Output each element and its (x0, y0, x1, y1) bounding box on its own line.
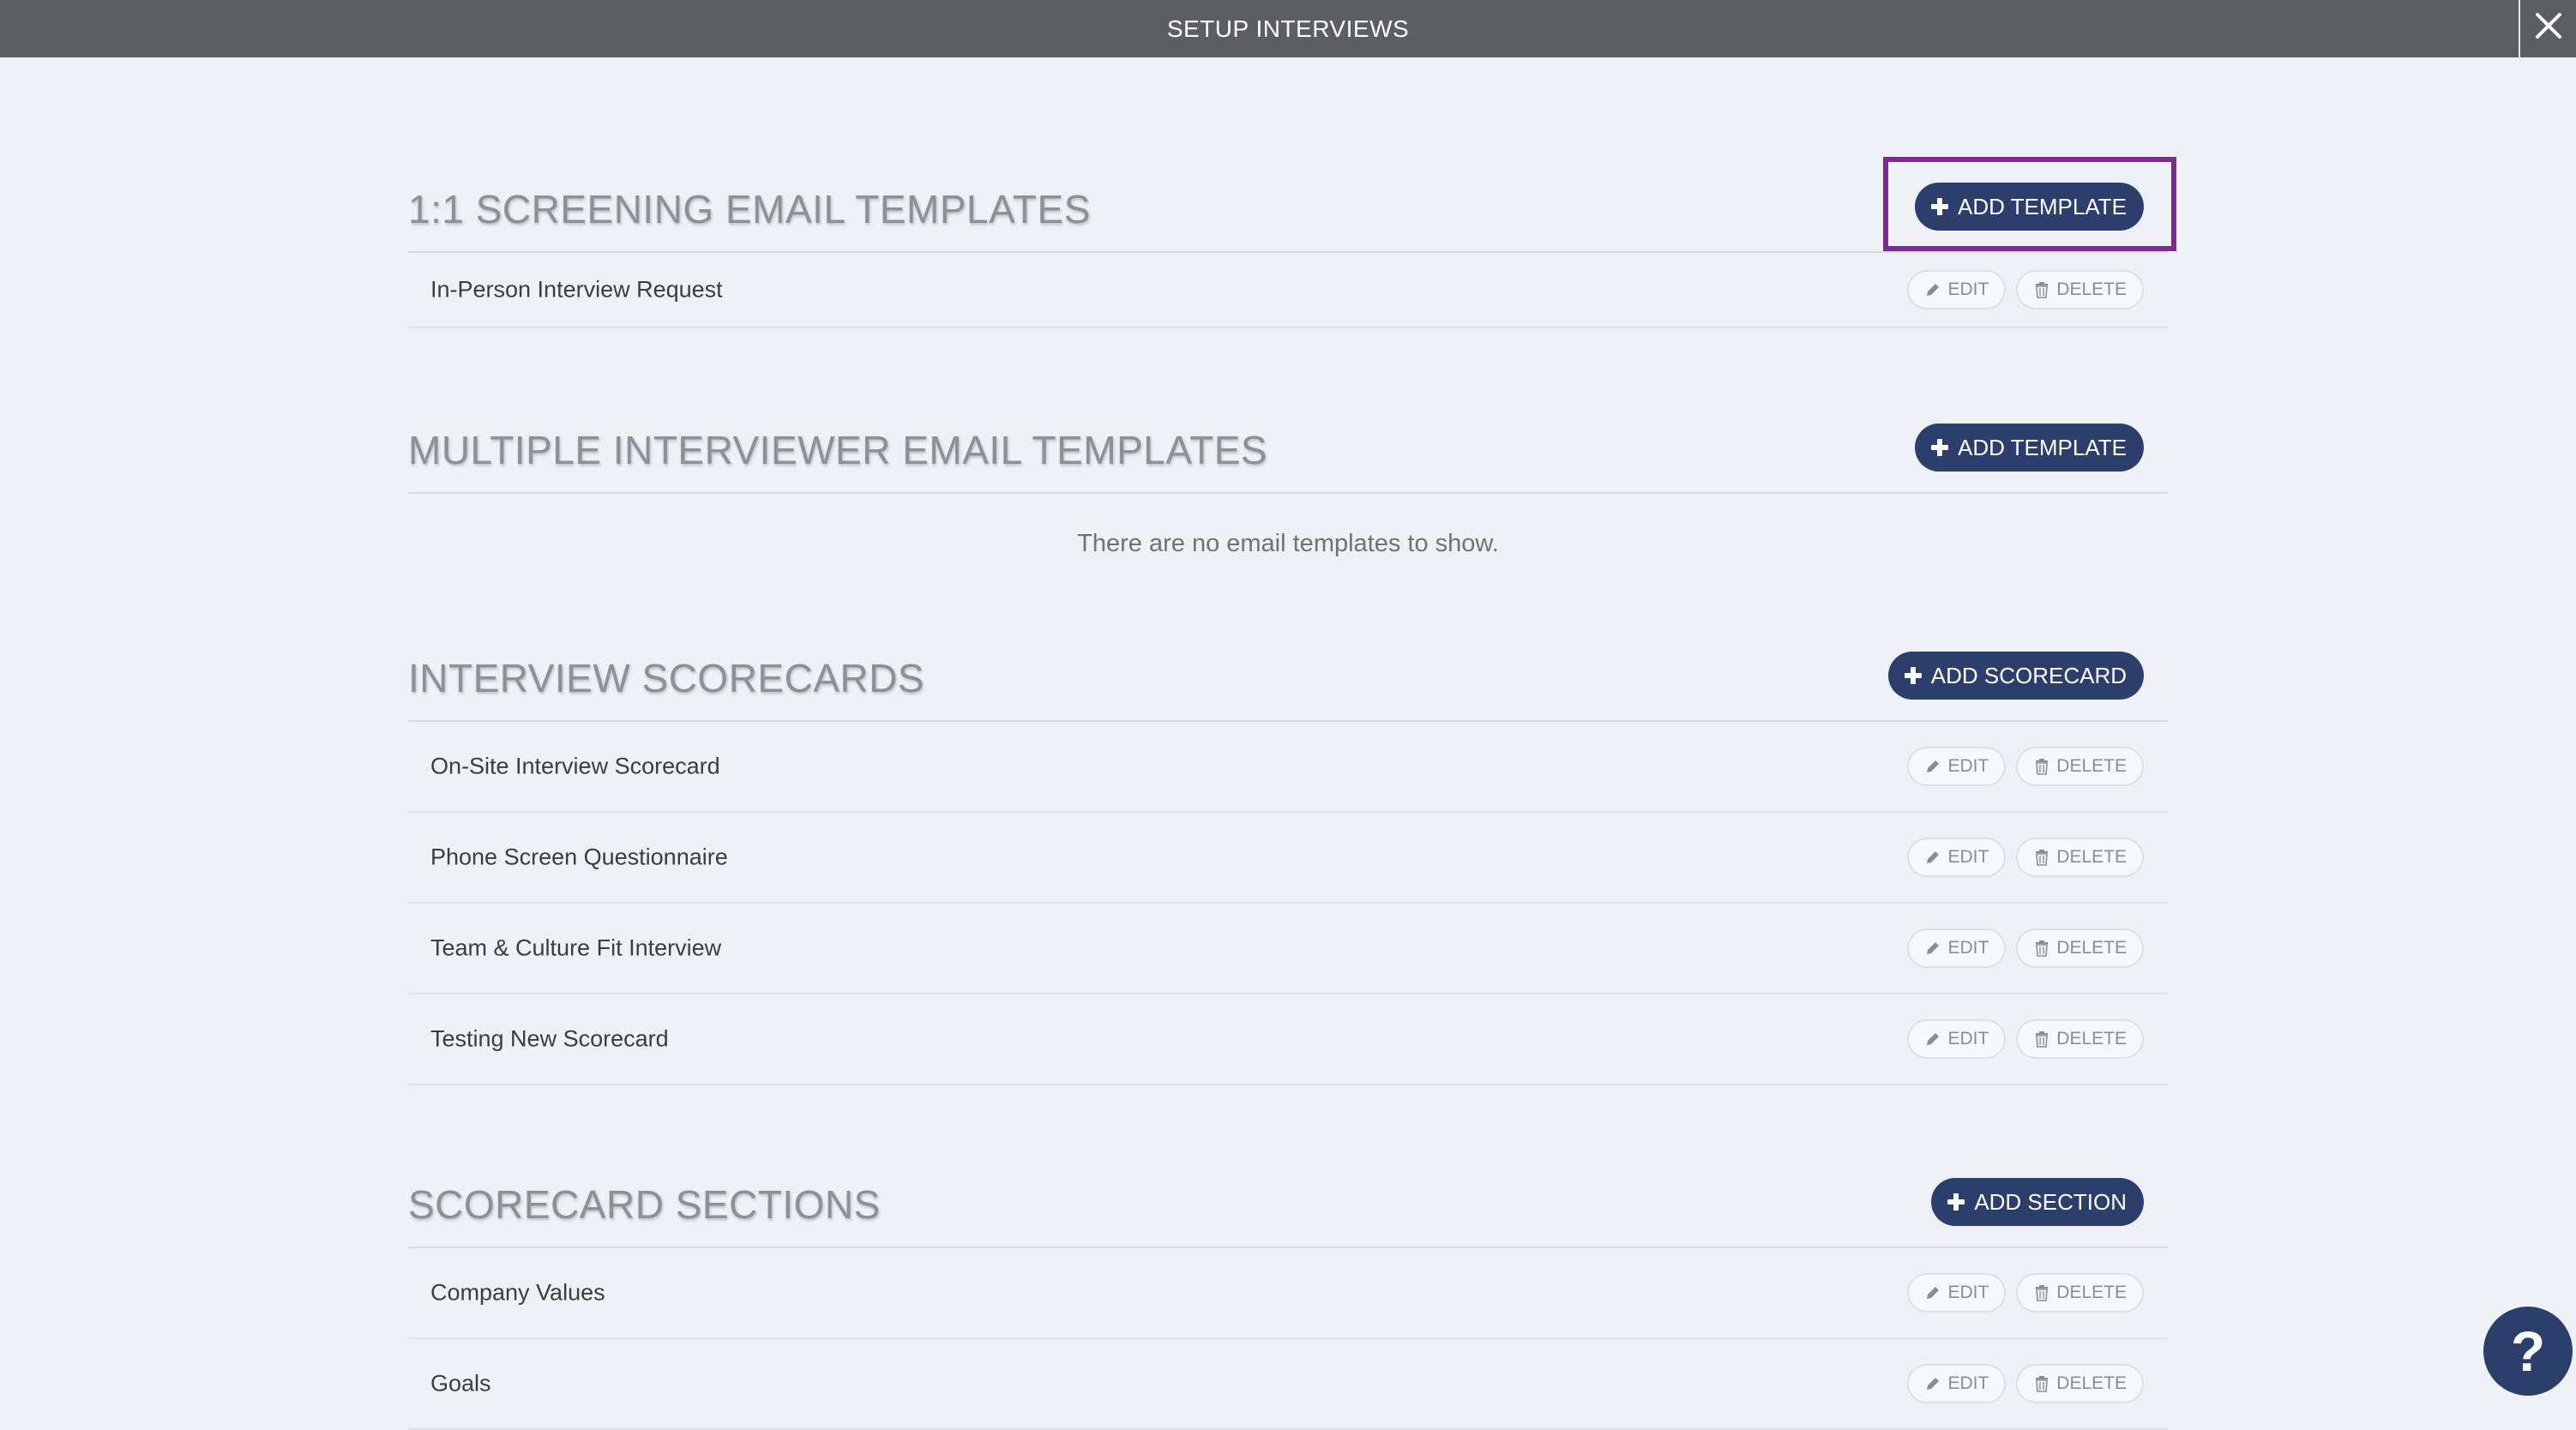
add-template-label: ADD TEMPLATE (1958, 193, 2127, 219)
plus-icon (1947, 1193, 1965, 1211)
delete-button[interactable]: DELETE (2016, 270, 2144, 309)
delete-button[interactable]: DELETE (2016, 747, 2144, 786)
row-actions: EDIT DELETE (1907, 1364, 2144, 1403)
delete-button[interactable]: DELETE (2016, 928, 2144, 968)
edit-button[interactable]: EDIT (1907, 1019, 2007, 1059)
close-icon (2534, 11, 2563, 46)
add-template-label: ADD TEMPLATE (1958, 434, 2127, 460)
list-item: Testing New Scorecard EDIT DELETE (408, 994, 2168, 1085)
list-item: On-Site Interview Scorecard EDIT DELETE (408, 722, 2168, 813)
trash-icon (2033, 281, 2050, 298)
list-item: Company Values EDIT DELETE (408, 1248, 2168, 1339)
pencil-icon (1924, 281, 1941, 298)
help-label: ? (2510, 1319, 2546, 1383)
section-header: 1:1 SCREENING EMAIL TEMPLATES ADD TEMPLA… (408, 57, 2176, 253)
row-actions: EDIT DELETE (1907, 747, 2144, 786)
edit-button[interactable]: EDIT (1907, 928, 2007, 968)
row-label: In-Person Interview Request (430, 276, 723, 303)
main-content: 1:1 SCREENING EMAIL TEMPLATES ADD TEMPLA… (408, 57, 2176, 1430)
pencil-icon (1924, 1284, 1941, 1301)
row-actions: EDIT DELETE (1907, 1273, 2144, 1313)
trash-icon (2033, 1375, 2050, 1392)
section-title: MULTIPLE INTERVIEWER EMAIL TEMPLATES (408, 428, 1268, 472)
edit-label: EDIT (1947, 1283, 1989, 1302)
section-multiple-interviewer-email-templates: MULTIPLE INTERVIEWER EMAIL TEMPLATES ADD… (408, 328, 2168, 593)
trash-icon (2033, 758, 2050, 775)
close-button[interactable] (2519, 0, 2576, 57)
row-label: Company Values (430, 1279, 605, 1306)
section-title: INTERVIEW SCORECARDS (408, 656, 925, 700)
delete-label: DELETE (2056, 1283, 2127, 1302)
pencil-icon (1924, 1030, 1941, 1048)
trash-icon (2033, 940, 2050, 957)
title-bar: SETUP INTERVIEWS (0, 0, 2576, 57)
delete-button[interactable]: DELETE (2016, 838, 2144, 877)
delete-label: DELETE (2056, 756, 2127, 776)
section-title: 1:1 SCREENING EMAIL TEMPLATES (408, 187, 1091, 231)
section-header: SCORECARD SECTIONS ADD SECTION (408, 1085, 2168, 1248)
row-label: Testing New Scorecard (430, 1025, 669, 1052)
help-button[interactable]: ? (2483, 1307, 2573, 1396)
edit-label: EDIT (1947, 1029, 1989, 1048)
empty-message: There are no email templates to show. (1077, 529, 1499, 557)
plus-icon (1904, 666, 1923, 685)
delete-button[interactable]: DELETE (2016, 1019, 2144, 1059)
window-title: SETUP INTERVIEWS (1166, 15, 1410, 42)
edit-button[interactable]: EDIT (1907, 838, 2007, 877)
add-scorecard-label: ADD SCORECARD (1930, 662, 2127, 688)
row-actions: EDIT DELETE (1907, 928, 2144, 968)
trash-icon (2033, 1284, 2050, 1301)
row-label: Goals (430, 1370, 491, 1397)
pencil-icon (1924, 849, 1941, 866)
delete-label: DELETE (2056, 847, 2127, 867)
edit-label: EDIT (1947, 279, 1989, 299)
section-header: MULTIPLE INTERVIEWER EMAIL TEMPLATES ADD… (408, 328, 2168, 494)
row-actions: EDIT DELETE (1907, 1019, 2144, 1059)
edit-button[interactable]: EDIT (1907, 747, 2007, 786)
row-actions: EDIT DELETE (1907, 270, 2144, 309)
row-label: On-Site Interview Scorecard (430, 753, 720, 779)
edit-label: EDIT (1947, 938, 1989, 958)
delete-button[interactable]: DELETE (2016, 1273, 2144, 1313)
list-item: Team & Culture Fit Interview EDIT DELETE (408, 904, 2168, 994)
section-scorecard-sections: SCORECARD SECTIONS ADD SECTION Company V… (408, 1085, 2168, 1430)
add-section-button[interactable]: ADD SECTION (1931, 1178, 2144, 1226)
plus-icon (1930, 197, 1949, 216)
edit-button[interactable]: EDIT (1907, 1364, 2007, 1403)
edit-label: EDIT (1947, 847, 1989, 867)
section-interview-scorecards: INTERVIEW SCORECARDS ADD SCORECARD On-Si… (408, 593, 2168, 1085)
list-item: In-Person Interview Request EDIT DELETE (408, 253, 2168, 328)
edit-label: EDIT (1947, 1373, 1989, 1393)
add-section-label: ADD SECTION (1974, 1188, 2127, 1215)
list-item: Phone Screen Questionnaire EDIT DELETE (408, 813, 2168, 904)
delete-label: DELETE (2056, 279, 2127, 299)
pencil-icon (1924, 758, 1941, 775)
pencil-icon (1924, 1375, 1941, 1392)
delete-label: DELETE (2056, 1373, 2127, 1393)
trash-icon (2033, 849, 2050, 866)
edit-button[interactable]: EDIT (1907, 270, 2007, 309)
row-actions: EDIT DELETE (1907, 838, 2144, 877)
add-scorecard-button[interactable]: ADD SCORECARD (1887, 652, 2144, 700)
section-screening-email-templates: 1:1 SCREENING EMAIL TEMPLATES ADD TEMPLA… (408, 57, 2176, 328)
delete-button[interactable]: DELETE (2016, 1364, 2144, 1403)
row-label: Team & Culture Fit Interview (430, 934, 722, 961)
plus-icon (1930, 438, 1949, 457)
delete-label: DELETE (2056, 938, 2127, 958)
delete-label: DELETE (2056, 1029, 2127, 1048)
section-title: SCORECARD SECTIONS (408, 1182, 881, 1227)
pencil-icon (1924, 940, 1941, 957)
add-template-button[interactable]: ADD TEMPLATE (1915, 424, 2144, 472)
list-item: Goals EDIT DELETE (408, 1339, 2168, 1430)
add-template-button[interactable]: ADD TEMPLATE (1915, 183, 2144, 231)
edit-button[interactable]: EDIT (1907, 1273, 2007, 1313)
edit-label: EDIT (1947, 756, 1989, 776)
row-label: Phone Screen Questionnaire (430, 844, 728, 870)
section-header: INTERVIEW SCORECARDS ADD SCORECARD (408, 593, 2168, 722)
trash-icon (2033, 1030, 2050, 1048)
